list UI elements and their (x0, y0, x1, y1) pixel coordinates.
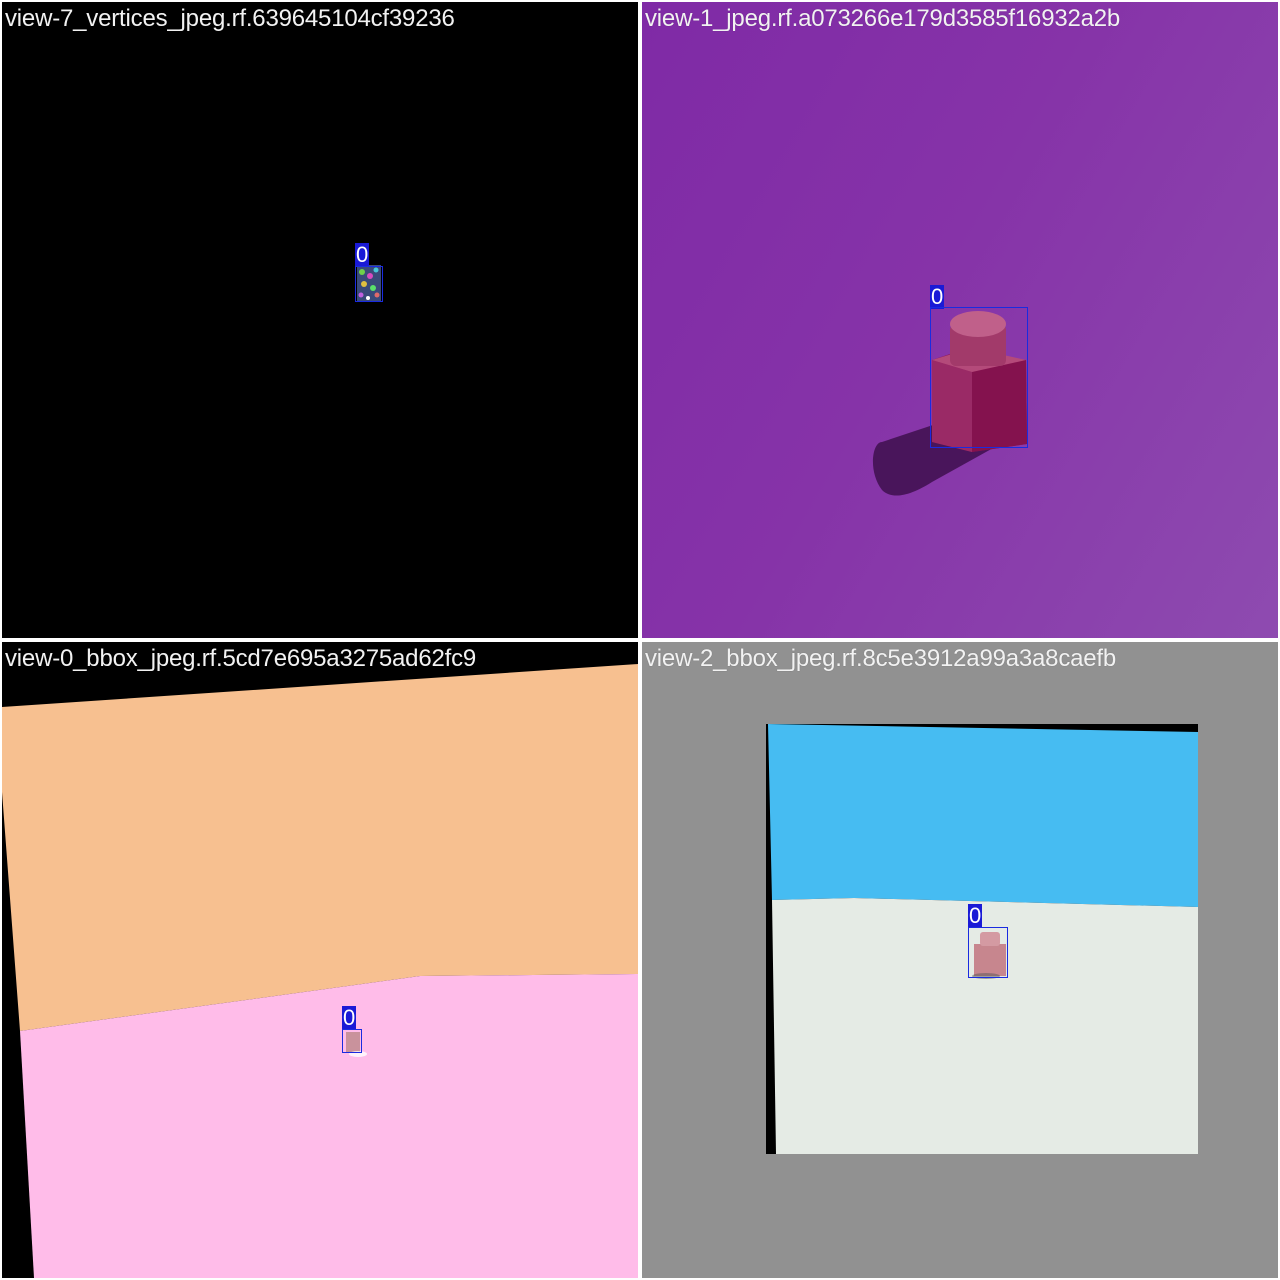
bounding-box (342, 1029, 362, 1053)
image-tile-view-7: view-7_vertices_jpeg.rf.639645104cf39236… (2, 2, 638, 638)
image-caption: view-2_bbox_jpeg.rf.8c5e3912a99a3a8caefb (645, 645, 1117, 672)
image-caption: view-7_vertices_jpeg.rf.639645104cf39236 (5, 5, 455, 32)
scene-view-7 (357, 265, 381, 301)
bounding-box (968, 927, 1008, 978)
bounding-box (930, 307, 1028, 448)
image-caption: view-0_bbox_jpeg.rf.5cd7e695a3275ad62fc9 (5, 645, 477, 672)
image-caption: view-1_jpeg.rf.a073266e179d3585f16932a2b (645, 5, 1121, 32)
class-label-badge: 0 (342, 1005, 357, 1030)
scene-view-2 (766, 724, 1198, 1154)
pink-floor (20, 974, 638, 1278)
class-label-badge: 0 (930, 284, 945, 309)
class-label-badge: 0 (968, 903, 983, 928)
scene-view-0 (2, 664, 638, 1278)
image-tile-view-1: view-1_jpeg.rf.a073266e179d3585f16932a2b… (642, 2, 1278, 638)
image-tile-view-0: view-0_bbox_jpeg.rf.5cd7e695a3275ad62fc9… (2, 642, 638, 1278)
blue-wall (768, 724, 1198, 907)
class-label-badge: 0 (355, 242, 370, 267)
image-tile-view-2: view-2_bbox_jpeg.rf.8c5e3912a99a3a8caefb… (642, 642, 1278, 1278)
bounding-box (355, 266, 383, 302)
